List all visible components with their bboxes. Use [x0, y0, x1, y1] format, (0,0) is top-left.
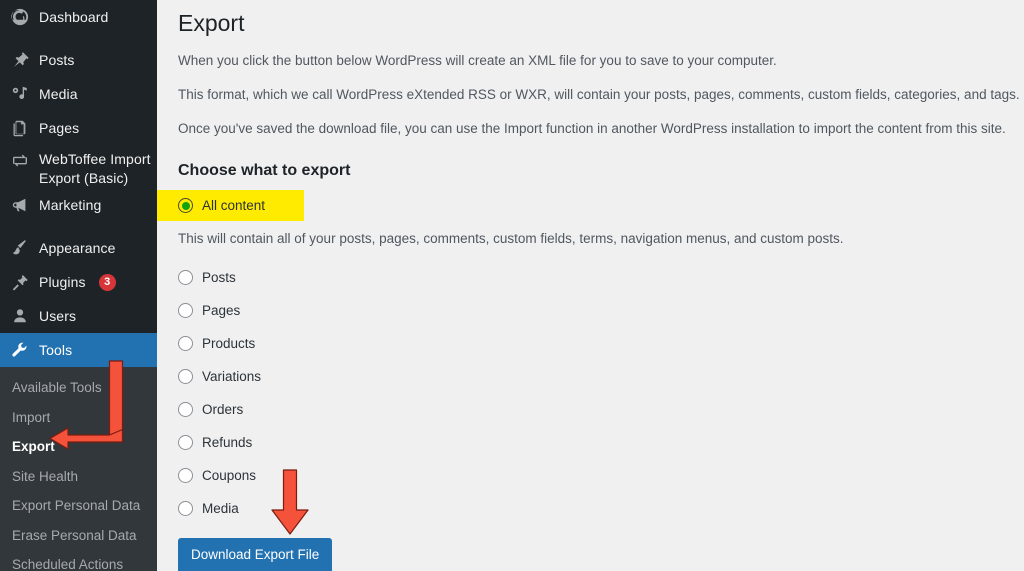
- radio-refunds-indicator[interactable]: [178, 435, 193, 451]
- wordpress-admin-screen: Dashboard Posts Media Pages WebToffee Im…: [0, 0, 1024, 571]
- sidebar-item-media[interactable]: Media: [0, 77, 157, 111]
- radio-coupons-indicator[interactable]: [178, 468, 193, 484]
- download-export-file-button[interactable]: Download Export File: [178, 538, 333, 571]
- radio-option-label: Pages: [202, 303, 241, 319]
- intro-paragraph-2: This format, which we call WordPress eXt…: [178, 87, 1020, 103]
- radio-option-label: Products: [202, 336, 256, 352]
- page-title: Export: [178, 10, 245, 36]
- sidebar-item-label: Tools: [39, 341, 73, 358]
- pages-icon: [10, 118, 30, 138]
- sidebar-item-label: Plugins: [39, 273, 86, 290]
- sidebar-item-posts[interactable]: Posts: [0, 43, 157, 77]
- radio-option-label: Orders: [202, 402, 244, 418]
- radio-variations-indicator[interactable]: [178, 369, 193, 385]
- sidebar-item-label: Users: [39, 307, 77, 324]
- sidebar-item-label: Appearance: [39, 239, 116, 256]
- radio-option-pages[interactable]: Pages: [178, 294, 1024, 327]
- radio-option-variations[interactable]: Variations: [178, 360, 1024, 393]
- plug-icon: [10, 272, 30, 292]
- sidebar-item-plugins[interactable]: Plugins 3: [0, 265, 157, 299]
- radio-option-coupons[interactable]: Coupons: [178, 459, 1024, 492]
- sidebar-item-marketing[interactable]: Marketing: [0, 188, 157, 222]
- radio-posts-indicator[interactable]: [178, 270, 193, 286]
- tools-submenu: Available Tools Import Export Site Healt…: [0, 367, 157, 571]
- all-content-description: This will contain all of your posts, pag…: [178, 231, 844, 247]
- radio-option-media[interactable]: Media: [178, 492, 1024, 525]
- sidebar-item-label: Dashboard: [39, 8, 109, 25]
- radio-media-indicator[interactable]: [178, 501, 193, 517]
- sidebar-item-label: WebToffee Import Export (Basic): [39, 151, 151, 186]
- submenu-item-export-personal-data[interactable]: Export Personal Data: [0, 491, 157, 521]
- submenu-item-import[interactable]: Import: [0, 403, 157, 433]
- sidebar-item-label: Media: [39, 85, 78, 102]
- submenu-item-scheduled-actions[interactable]: Scheduled Actions: [0, 550, 157, 571]
- megaphone-icon: [10, 195, 30, 215]
- sidebar-item-webtoffee-import-export[interactable]: WebToffee Import Export (Basic): [0, 145, 157, 188]
- radio-option-label: All content: [202, 197, 266, 213]
- submenu-item-erase-personal-data[interactable]: Erase Personal Data: [0, 521, 157, 551]
- radio-option-posts[interactable]: Posts: [178, 261, 1024, 294]
- pin-icon: [10, 50, 30, 70]
- sidebar-item-appearance[interactable]: Appearance: [0, 231, 157, 265]
- sidebar-item-pages[interactable]: Pages: [0, 111, 157, 145]
- sidebar-separator: [0, 34, 157, 43]
- import-export-icon: [10, 151, 30, 171]
- radio-option-label: Media: [202, 501, 239, 517]
- radio-option-refunds[interactable]: Refunds: [178, 426, 1024, 459]
- submenu-item-available-tools[interactable]: Available Tools: [0, 373, 157, 403]
- radio-option-products[interactable]: Products: [178, 327, 1024, 360]
- brush-icon: [10, 238, 30, 258]
- intro-paragraph-1: When you click the button below WordPres…: [178, 52, 777, 68]
- admin-sidebar: Dashboard Posts Media Pages WebToffee Im…: [0, 0, 157, 571]
- sidebar-item-label: Marketing: [39, 196, 102, 213]
- radio-pages-indicator[interactable]: [178, 303, 193, 319]
- user-icon: [10, 306, 30, 326]
- submenu-item-site-health[interactable]: Site Health: [0, 462, 157, 492]
- sidebar-item-tools[interactable]: Tools: [0, 333, 157, 367]
- submenu-item-export[interactable]: Export: [0, 432, 157, 462]
- sidebar-item-dashboard[interactable]: Dashboard: [0, 0, 157, 34]
- choose-what-to-export-heading: Choose what to export: [178, 161, 351, 179]
- intro-paragraph-3: Once you've saved the download file, you…: [178, 121, 1006, 137]
- radio-option-label: Refunds: [202, 435, 253, 451]
- radio-option-orders[interactable]: Orders: [178, 393, 1024, 426]
- sidebar-separator: [0, 222, 157, 231]
- radio-option-label: Variations: [202, 369, 262, 385]
- sidebar-item-users[interactable]: Users: [0, 299, 157, 333]
- radio-all-content-indicator[interactable]: [178, 198, 193, 214]
- sidebar-item-label: Pages: [39, 119, 80, 136]
- radio-option-label: Coupons: [202, 468, 257, 484]
- export-options-list: Posts Pages Products Variations Orders R: [178, 259, 1024, 525]
- radio-option-all-content[interactable]: All content: [157, 190, 304, 222]
- main-content: Export When you click the button below W…: [157, 0, 1024, 571]
- radio-option-label: Posts: [202, 270, 236, 286]
- wrench-icon: [10, 340, 30, 360]
- sidebar-item-label: Posts: [39, 51, 75, 68]
- dashboard-icon: [10, 7, 30, 27]
- radio-products-indicator[interactable]: [178, 336, 193, 352]
- plugins-update-badge: 3: [98, 273, 116, 291]
- radio-orders-indicator[interactable]: [178, 402, 193, 418]
- media-icon: [10, 84, 30, 104]
